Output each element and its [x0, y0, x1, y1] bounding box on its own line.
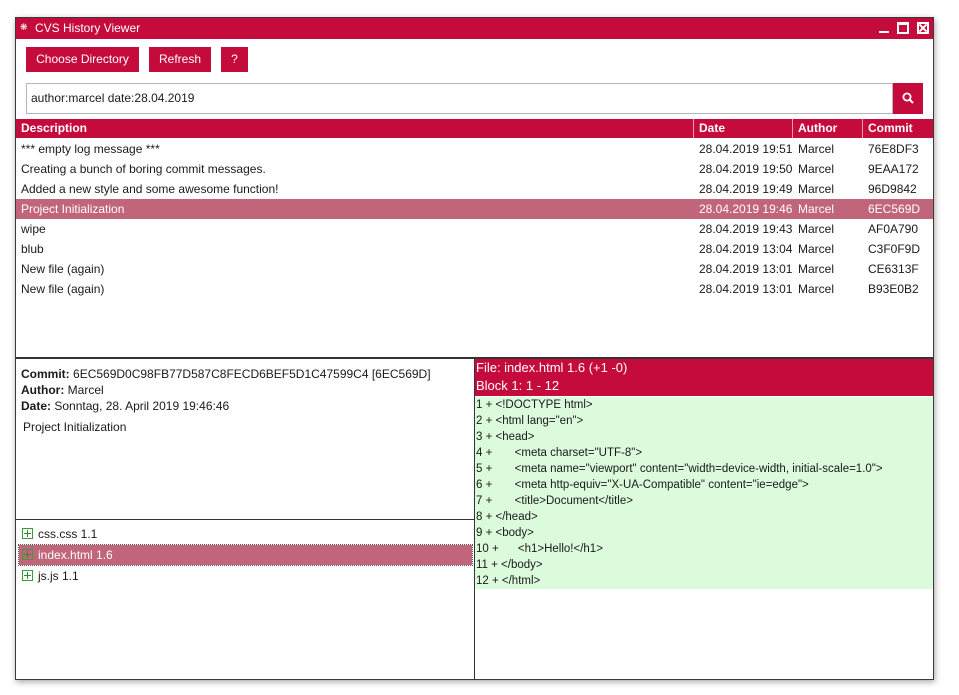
table-row[interactable]: New file (again) 28.04.2019 13:01 Marcel…: [16, 259, 933, 279]
table-row-selected[interactable]: Project Initialization 28.04.2019 19:46 …: [16, 199, 933, 219]
diff-line: 6 + <meta http-equiv="X-UA-Compatible" c…: [476, 479, 809, 491]
row-commit: AF0A790: [868, 222, 919, 236]
diff-block-title: Block 1: 1 - 12: [476, 378, 560, 393]
file-name: js.js 1.1: [38, 569, 79, 583]
diff-header: File: index.html 1.6 (+1 -0) Block 1: 1 …: [475, 359, 933, 396]
author-value: Marcel: [67, 383, 104, 397]
diff-line: 4 + <meta charset="UTF-8">: [476, 447, 643, 459]
diff-line: 12 + </html>: [476, 575, 541, 587]
diff-line: 9 + <body>: [476, 527, 534, 539]
table-row[interactable]: wipe 28.04.2019 19:43 Marcel AF0A790: [16, 219, 933, 239]
expand-plus-icon[interactable]: [22, 570, 33, 581]
file-name: index.html 1.6: [38, 548, 113, 562]
row-description: Project Initialization: [21, 202, 125, 216]
app-icon: ❋: [20, 22, 28, 32]
close-icon[interactable]: [917, 22, 929, 34]
refresh-button[interactable]: Refresh: [149, 47, 211, 72]
diff-line: 7 + <title>Document</title>: [476, 495, 633, 507]
diff-line: 5 + <meta name="viewport" content="width…: [476, 463, 883, 475]
commit-table-header: Description Date Author Commit: [16, 119, 933, 138]
row-author: Marcel: [798, 142, 835, 156]
commit-message: Project Initialization: [23, 420, 127, 434]
maximize-icon[interactable]: [897, 22, 909, 34]
row-author: Marcel: [798, 222, 835, 236]
row-commit: 76E8DF3: [868, 142, 919, 156]
row-author: Marcel: [798, 262, 835, 276]
diff-line: 11 + </body>: [476, 559, 543, 571]
column-header-date[interactable]: Date: [694, 119, 793, 138]
row-description: *** empty log message ***: [21, 142, 160, 156]
diff-line: 3 + <head>: [476, 431, 535, 443]
diff-line: 1 + <!DOCTYPE html>: [476, 399, 593, 411]
row-description: wipe: [21, 222, 46, 236]
row-commit: B93E0B2: [868, 282, 919, 296]
commit-hash-value: 6EC569D0C98FB77D587C8FECD6BEF5D1C47599C4…: [73, 367, 431, 381]
row-description: New file (again): [21, 262, 105, 276]
help-button[interactable]: ?: [221, 47, 248, 72]
column-header-commit[interactable]: Commit: [863, 119, 933, 138]
row-commit: CE6313F: [868, 262, 919, 276]
date-value: Sonntag, 28. April 2019 19:46:46: [54, 399, 230, 413]
author-line: Author: Marcel: [21, 382, 469, 398]
row-author: Marcel: [798, 182, 835, 196]
diff-line: 8 + </head>: [476, 511, 538, 523]
left-splitter[interactable]: [16, 519, 474, 520]
commit-details-panel: Commit: 6EC569D0C98FB77D587C8FECD6BEF5D1…: [16, 359, 474, 519]
commit-hash-line: Commit: 6EC569D0C98FB77D587C8FECD6BEF5D1…: [21, 366, 469, 382]
diff-line: 10 + <h1>Hello!</h1>: [476, 543, 603, 555]
row-description: Added a new style and some awesome funct…: [21, 182, 279, 196]
table-row[interactable]: Creating a bunch of boring commit messag…: [16, 159, 933, 179]
table-row[interactable]: blub 28.04.2019 13:04 Marcel C3F0F9D: [16, 239, 933, 259]
title-bar[interactable]: ❋ CVS History Viewer: [16, 18, 933, 39]
search-icon: [902, 92, 914, 104]
file-item-selected[interactable]: index.html 1.6: [18, 544, 473, 566]
row-commit: 96D9842: [868, 182, 917, 196]
minimize-icon[interactable]: [878, 22, 890, 34]
diff-line: 2 + <html lang="en">: [476, 415, 584, 427]
column-header-description[interactable]: Description: [16, 119, 694, 138]
file-item[interactable]: css.css 1.1: [19, 524, 472, 544]
main-window: ❋ CVS History Viewer Choose Directory Re…: [15, 17, 934, 680]
row-commit: C3F0F9D: [868, 242, 921, 256]
row-author: Marcel: [798, 162, 835, 176]
table-row[interactable]: New file (again) 28.04.2019 13:01 Marcel…: [16, 279, 933, 299]
row-date: 28.04.2019 13:01: [699, 262, 793, 276]
commit-label: Commit:: [21, 367, 70, 381]
table-row[interactable]: *** empty log message *** 28.04.2019 19:…: [16, 139, 933, 159]
row-commit: 6EC569D: [868, 202, 921, 216]
window-title: CVS History Viewer: [35, 21, 141, 35]
date-label: Date:: [21, 399, 52, 413]
author-label: Author:: [21, 383, 65, 397]
search-button[interactable]: [893, 83, 923, 114]
row-description: blub: [21, 242, 44, 256]
diff-content: 1 + <!DOCTYPE html> 2 + <html lang="en">…: [475, 397, 933, 589]
file-item[interactable]: js.js 1.1: [19, 566, 472, 586]
row-author: Marcel: [798, 202, 835, 216]
row-description: Creating a bunch of boring commit messag…: [21, 162, 266, 176]
column-header-author[interactable]: Author: [793, 119, 863, 138]
row-date: 28.04.2019 19:51: [699, 142, 793, 156]
row-date: 28.04.2019 13:04: [699, 242, 793, 256]
row-date: 28.04.2019 19:50: [699, 162, 793, 176]
search-input[interactable]: author:marcel date:28.04.2019: [26, 83, 893, 114]
row-description: New file (again): [21, 282, 105, 296]
row-author: Marcel: [798, 242, 835, 256]
row-date: 28.04.2019 19:49: [699, 182, 793, 196]
row-date: 28.04.2019 13:01: [699, 282, 793, 296]
row-commit: 9EAA172: [868, 162, 919, 176]
choose-directory-button[interactable]: Choose Directory: [26, 47, 139, 72]
expand-plus-icon[interactable]: [22, 528, 33, 539]
diff-file-title: File: index.html 1.6 (+1 -0): [476, 360, 628, 375]
date-line: Date: Sonntag, 28. April 2019 19:46:46: [21, 398, 469, 414]
table-row[interactable]: Added a new style and some awesome funct…: [16, 179, 933, 199]
expand-plus-icon[interactable]: [22, 549, 33, 560]
file-name: css.css 1.1: [38, 527, 98, 541]
row-date: 28.04.2019 19:43: [699, 222, 793, 236]
row-author: Marcel: [798, 282, 835, 296]
row-date: 28.04.2019 19:46: [699, 202, 793, 216]
